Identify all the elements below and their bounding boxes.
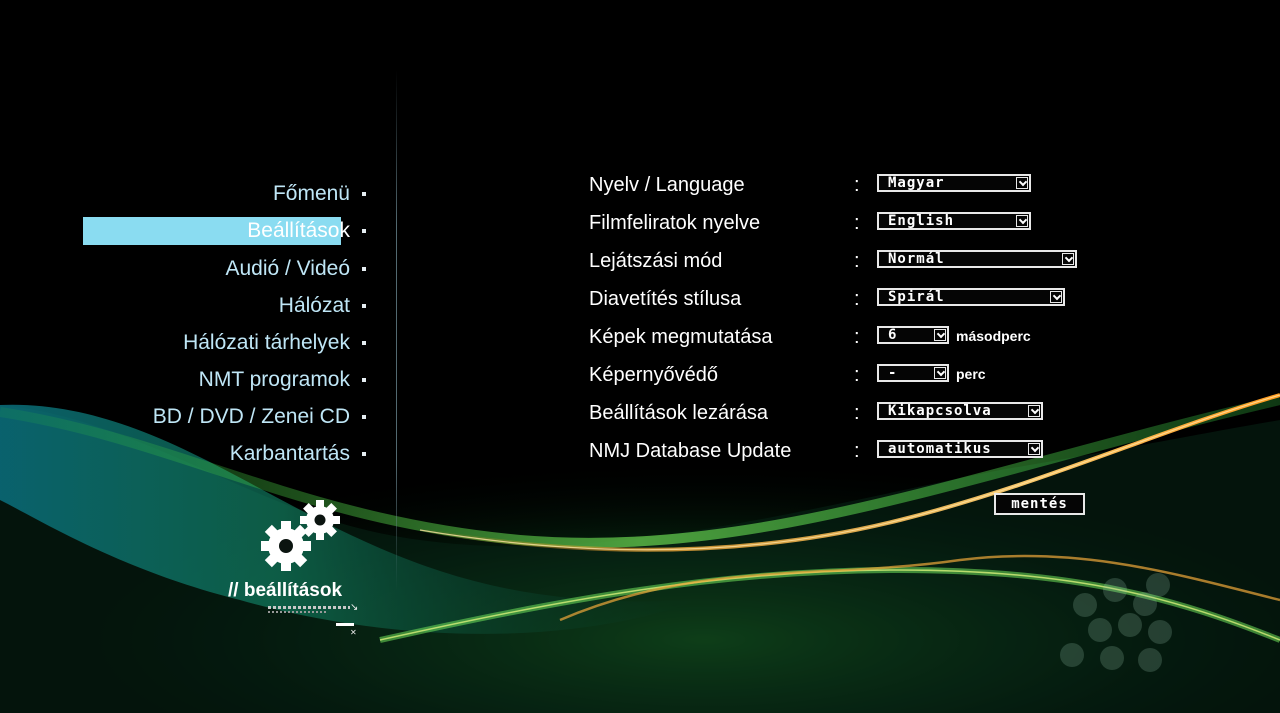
- setting-dropdown[interactable]: automatikus: [877, 440, 1043, 458]
- sidebar-item[interactable]: Főmenü: [272, 180, 366, 208]
- decorative-bar: [336, 623, 354, 626]
- bullet-icon: [362, 452, 366, 456]
- label-separator: :: [854, 364, 860, 386]
- setting-label: Lejátszási mód: [589, 250, 723, 272]
- dropdown-value: -: [888, 365, 898, 381]
- bullet-icon: [362, 304, 366, 308]
- setting-label: Beállítások lezárása: [589, 402, 768, 424]
- dropdown-value: Magyar: [888, 175, 945, 191]
- label-separator: :: [854, 288, 860, 310]
- chevron-down-icon[interactable]: [1062, 253, 1074, 265]
- sidebar-item-label: BD / DVD / Zenei CD: [152, 405, 350, 428]
- label-separator: :: [854, 250, 860, 272]
- setting-label: NMJ Database Update: [589, 440, 792, 462]
- setting-dropdown[interactable]: 6: [877, 326, 949, 344]
- chevron-down-icon[interactable]: [1016, 177, 1028, 189]
- sidebar-item[interactable]: NMT programok: [198, 366, 366, 394]
- section-caption: // beállítások: [228, 580, 343, 601]
- setting-dropdown[interactable]: -: [877, 364, 949, 382]
- sidebar-item-label: Audió / Videó: [225, 257, 350, 280]
- setting-label: Képernyővédő: [589, 364, 718, 386]
- dropdown-value: automatikus: [888, 441, 992, 457]
- chevron-down-icon[interactable]: [1016, 215, 1028, 227]
- decorative-microtext: [268, 611, 328, 613]
- unit-label: másodperc: [956, 328, 1031, 344]
- chevron-down-icon[interactable]: [1028, 405, 1040, 417]
- sidebar-item-label: Karbantartás: [229, 442, 350, 465]
- bullet-icon: [362, 378, 366, 382]
- sidebar-item-label: Főmenü: [272, 182, 350, 205]
- setting-dropdown[interactable]: English: [877, 212, 1031, 230]
- dropdown-value: Spirál: [888, 289, 945, 305]
- chevron-down-icon[interactable]: [1050, 291, 1062, 303]
- setting-dropdown[interactable]: Magyar: [877, 174, 1031, 192]
- label-separator: :: [854, 174, 860, 196]
- dropdown-value: 6: [888, 327, 898, 343]
- label-separator: :: [854, 326, 860, 348]
- setting-dropdown[interactable]: Kikapcsolva: [877, 402, 1043, 420]
- setting-label: Nyelv / Language: [589, 174, 745, 196]
- setting-label: Filmfeliratok nyelve: [589, 212, 761, 234]
- gears-icon: [261, 500, 340, 571]
- setting-label: Képek megmutatása: [589, 326, 773, 348]
- dropdown-value: Kikapcsolva: [888, 403, 992, 419]
- label-separator: :: [854, 402, 860, 424]
- label-separator: :: [854, 440, 860, 462]
- save-button[interactable]: mentés: [994, 493, 1085, 515]
- bullet-icon: [362, 229, 366, 233]
- sidebar-item-label: Hálózat: [278, 294, 350, 317]
- bullet-icon: [362, 267, 366, 271]
- dropdown-value: English: [888, 213, 955, 229]
- dropdown-value: Normál: [888, 251, 945, 267]
- unit-label: perc: [956, 366, 986, 382]
- sidebar-item[interactable]: Audió / Videó: [225, 255, 366, 283]
- chevron-down-icon[interactable]: [934, 329, 946, 341]
- setting-dropdown[interactable]: Normál: [877, 250, 1077, 268]
- sidebar-item[interactable]: Hálózat: [278, 292, 366, 320]
- sidebar-item[interactable]: Beállítások: [247, 217, 366, 245]
- bullet-icon: [362, 341, 366, 345]
- arrow-icon: ↘: [350, 602, 359, 613]
- bullet-icon: [362, 192, 366, 196]
- sidebar-item-label: Hálózati tárhelyek: [183, 331, 350, 354]
- vertical-divider: [396, 70, 397, 590]
- bullet-icon: [362, 415, 366, 419]
- close-mark-icon: ✕: [350, 628, 357, 637]
- sidebar-item[interactable]: BD / DVD / Zenei CD: [152, 403, 366, 431]
- sidebar-item-label: Beállítások: [247, 219, 350, 242]
- sidebar-item[interactable]: Hálózati tárhelyek: [183, 329, 366, 357]
- decorative-microtext: [268, 606, 350, 609]
- chevron-down-icon[interactable]: [934, 367, 946, 379]
- setting-label: Diavetítés stílusa: [589, 288, 742, 310]
- sidebar-item[interactable]: Karbantartás: [229, 440, 366, 468]
- sidebar-item-label: NMT programok: [198, 368, 350, 391]
- setting-dropdown[interactable]: Spirál: [877, 288, 1065, 306]
- chevron-down-icon[interactable]: [1028, 443, 1040, 455]
- label-separator: :: [854, 212, 860, 234]
